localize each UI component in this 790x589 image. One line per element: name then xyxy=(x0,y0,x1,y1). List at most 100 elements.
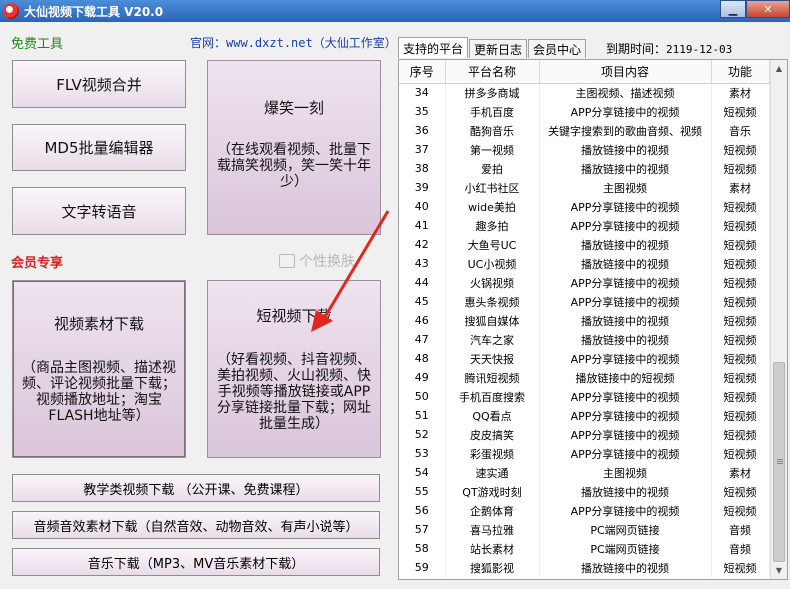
cell-function: 短视频 xyxy=(711,406,770,425)
cell-platform: QQ看点 xyxy=(445,406,540,425)
tab-member-center[interactable]: 会员中心 xyxy=(528,39,587,58)
cell-function: 短视频 xyxy=(711,330,770,349)
close-icon[interactable]: ✕ xyxy=(746,0,790,18)
table-row[interactable]: 45 惠头条视频 APP分享链接中的视频 短视频 xyxy=(399,292,770,311)
skin-switch-label: 个性换肤 xyxy=(299,254,355,270)
cell-index: 34 xyxy=(399,83,446,102)
cell-index: 59 xyxy=(399,558,446,577)
column-header-function[interactable]: 功能 xyxy=(711,60,770,84)
table-row[interactable]: 40 wide美拍 APP分享链接中的视频 短视频 xyxy=(399,197,770,216)
scroll-up-icon[interactable]: ▲ xyxy=(771,60,787,77)
md5-editor-label: MD5批量编辑器 xyxy=(44,139,154,157)
cell-platform: 搜狐影视 xyxy=(445,558,540,577)
table-row[interactable]: 38 爱拍 播放链接中的视频 短视频 xyxy=(399,159,770,178)
cell-index: 50 xyxy=(399,387,446,406)
cell-platform: 酷狗音乐 xyxy=(445,121,540,140)
cell-content: APP分享链接中的视频 xyxy=(539,273,712,292)
flv-merge-label: FLV视频合并 xyxy=(56,75,142,94)
shirt-icon xyxy=(279,254,295,268)
platform-table-body: 34 拼多多商城 主图视频、描述视频 素材 35 手机百度 APP分享链接中的视频 短视频 36… xyxy=(399,83,770,577)
table-row[interactable]: 43 UC小视频 播放链接中的视频 短视频 xyxy=(399,254,770,273)
cell-content: APP分享链接中的视频 xyxy=(539,216,712,235)
cell-index: 38 xyxy=(399,159,446,178)
table-row[interactable]: 59 搜狐影视 播放链接中的视频 短视频 xyxy=(399,558,770,577)
material-download-button[interactable]: 视频素材下载 （商品主图视频、描述视频、评论视频批量下载；视频播放地址；淘宝FL… xyxy=(12,280,186,458)
scroll-thumb[interactable] xyxy=(773,362,785,562)
cell-content: APP分享链接中的视频 xyxy=(539,197,712,216)
table-row[interactable]: 46 搜狐自媒体 播放链接中的视频 短视频 xyxy=(399,311,770,330)
table-row[interactable]: 54 速实通 主图视频 素材 xyxy=(399,463,770,482)
table-row[interactable]: 55 QT游戏时刻 播放链接中的视频 短视频 xyxy=(399,482,770,501)
table-row[interactable]: 37 第一视频 播放链接中的视频 短视频 xyxy=(399,140,770,159)
flv-merge-button[interactable]: FLV视频合并 xyxy=(12,60,186,108)
vertical-scrollbar[interactable]: ▲ ▼ xyxy=(770,60,787,579)
material-download-title: 视频素材下载 xyxy=(53,315,144,333)
cell-platform: 小红书社区 xyxy=(445,178,540,197)
music-download-button[interactable]: 音乐下载（MP3、MV音乐素材下载） xyxy=(12,548,380,576)
table-row[interactable]: 36 酷狗音乐 关键字搜索到的歌曲音频、视频 音乐 xyxy=(399,121,770,140)
cell-function: 短视频 xyxy=(711,425,770,444)
minimize-icon[interactable]: ▁ xyxy=(720,0,746,18)
cell-platform: 皮皮搞笑 xyxy=(445,425,540,444)
cell-platform: 搜狐自媒体 xyxy=(445,311,540,330)
table-row[interactable]: 52 皮皮搞笑 APP分享链接中的视频 短视频 xyxy=(399,425,770,444)
official-label: 官网： xyxy=(190,36,227,50)
table-row[interactable]: 34 拼多多商城 主图视频、描述视频 素材 xyxy=(399,83,770,102)
cell-function: 短视频 xyxy=(711,216,770,235)
cell-index: 42 xyxy=(399,235,446,254)
cell-content: APP分享链接中的视频 xyxy=(539,387,712,406)
column-header-platform[interactable]: 平台名称 xyxy=(445,60,540,84)
table-row[interactable]: 44 火锅视频 APP分享链接中的视频 短视频 xyxy=(399,273,770,292)
table-row[interactable]: 39 小红书社区 主图视频 素材 xyxy=(399,178,770,197)
platform-table: 序号 平台名称 项目内容 功能 34 拼多多商城 主图视频、描述视频 素材 35 手机百度… xyxy=(398,59,788,580)
scroll-down-icon[interactable]: ▼ xyxy=(771,562,787,579)
table-row[interactable]: 56 企鹅体育 APP分享链接中的视频 短视频 xyxy=(399,501,770,520)
cell-function: 短视频 xyxy=(711,235,770,254)
table-row[interactable]: 48 天天快报 APP分享链接中的视频 短视频 xyxy=(399,349,770,368)
cell-index: 53 xyxy=(399,444,446,463)
cell-content: APP分享链接中的视频 xyxy=(539,425,712,444)
short-video-download-title: 短视频下载 xyxy=(256,307,332,325)
table-row[interactable]: 53 彩蛋视频 APP分享链接中的视频 短视频 xyxy=(399,444,770,463)
audio-material-button[interactable]: 音频音效素材下载（自然音效、动物音效、有声小说等） xyxy=(12,511,380,539)
md5-editor-button[interactable]: MD5批量编辑器 xyxy=(12,124,186,171)
table-row[interactable]: 50 手机百度搜索 APP分享链接中的视频 短视频 xyxy=(399,387,770,406)
column-header-content[interactable]: 项目内容 xyxy=(539,60,712,84)
cell-content: 主图视频 xyxy=(539,463,712,482)
cell-platform: 手机百度搜索 xyxy=(445,387,540,406)
tab-platforms[interactable]: 支持的平台 xyxy=(398,37,469,58)
table-row[interactable]: 42 大鱼号UC 播放链接中的视频 短视频 xyxy=(399,235,770,254)
cell-platform: wide美拍 xyxy=(445,197,540,216)
table-row[interactable]: 57 喜马拉雅 PC端网页链接 音频 xyxy=(399,520,770,539)
official-url[interactable]: www.dxzt.net xyxy=(226,36,313,50)
cell-content: 播放链接中的视频 xyxy=(539,311,712,330)
cell-index: 47 xyxy=(399,330,446,349)
short-video-download-button[interactable]: 短视频下载 （好看视频、抖音视频、美拍视频、火山视频、快手视频等播放链接或APP… xyxy=(207,280,381,458)
table-row[interactable]: 51 QQ看点 APP分享链接中的视频 短视频 xyxy=(399,406,770,425)
cell-function: 短视频 xyxy=(711,273,770,292)
table-row[interactable]: 47 汽车之家 播放链接中的视频 短视频 xyxy=(399,330,770,349)
skin-switch[interactable]: 个性换肤 xyxy=(279,251,355,271)
text-to-speech-button[interactable]: 文字转语音 xyxy=(12,187,186,235)
funny-videos-button[interactable]: 爆笑一刻 （在线观看视频、批量下载搞笑视频，笑一笑十年少） xyxy=(207,60,381,235)
cell-function: 素材 xyxy=(711,83,770,102)
cell-function: 短视频 xyxy=(711,159,770,178)
cell-function: 短视频 xyxy=(711,292,770,311)
table-row[interactable]: 58 站长素材 PC端网页链接 音频 xyxy=(399,539,770,558)
official-site[interactable]: 官网：www.dxzt.net（大仙工作室） xyxy=(190,34,397,51)
table-row[interactable]: 49 腾讯短视频 播放链接中的短视频 短视频 xyxy=(399,368,770,387)
teaching-video-label: 教学类视频下载 （公开课、免费课程） xyxy=(83,482,309,498)
material-download-desc: （商品主图视频、描述视频、评论视频批量下载；视频播放地址；淘宝FLASH地址等） xyxy=(22,360,176,424)
cell-index: 45 xyxy=(399,292,446,311)
teaching-video-button[interactable]: 教学类视频下载 （公开课、免费课程） xyxy=(12,474,380,502)
cell-platform: 汽车之家 xyxy=(445,330,540,349)
table-row[interactable]: 41 趣多拍 APP分享链接中的视频 短视频 xyxy=(399,216,770,235)
table-row[interactable]: 35 手机百度 APP分享链接中的视频 短视频 xyxy=(399,102,770,121)
cell-platform: 第一视频 xyxy=(445,140,540,159)
cell-function: 短视频 xyxy=(711,482,770,501)
column-header-index[interactable]: 序号 xyxy=(399,60,446,84)
cell-index: 55 xyxy=(399,482,446,501)
text-to-speech-label: 文字转语音 xyxy=(61,202,137,221)
tab-changelog[interactable]: 更新日志 xyxy=(469,39,528,58)
cell-function: 短视频 xyxy=(711,254,770,273)
